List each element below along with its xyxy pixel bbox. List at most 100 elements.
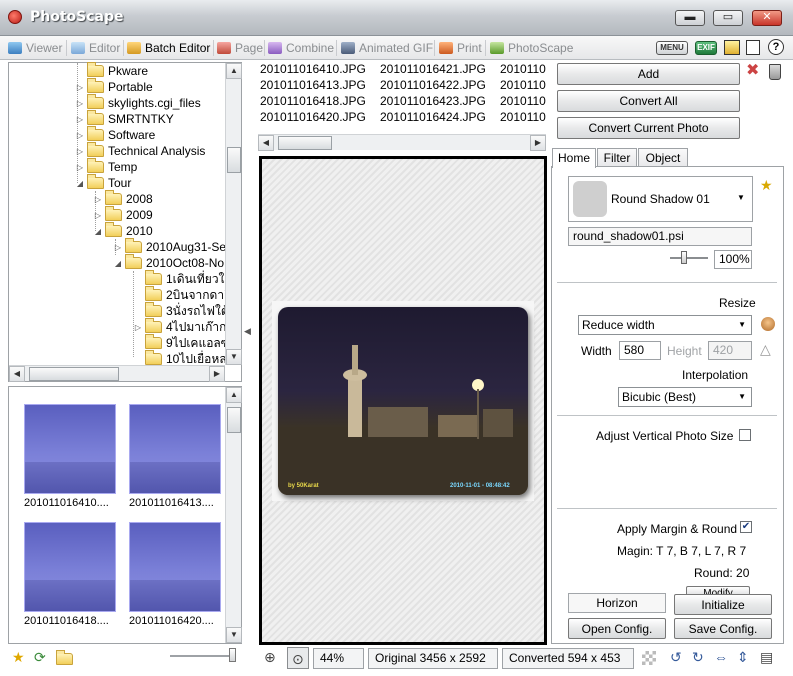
thumbnail-image[interactable]	[24, 522, 116, 612]
expander-icon[interactable]: ▷	[75, 83, 85, 92]
person-icon[interactable]	[761, 317, 775, 331]
flip-horizontal-icon[interactable]: ⇔	[714, 650, 728, 664]
tab-editor[interactable]: Editor	[71, 38, 120, 58]
file-item[interactable]: 2010110	[500, 78, 546, 92]
expander-icon[interactable]: ▷	[93, 195, 103, 204]
opacity-field[interactable]: 100%	[714, 250, 752, 269]
favorite-frame-icon[interactable]: ★	[760, 178, 773, 192]
tab-page[interactable]: Page	[217, 38, 263, 58]
add-button[interactable]: Add	[557, 63, 740, 85]
tab-combine[interactable]: Combine	[268, 38, 334, 58]
opacity-slider-handle[interactable]	[681, 251, 687, 264]
tree-node[interactable]: ▷ Temp	[75, 158, 137, 175]
favorite-icon[interactable]: ★	[12, 650, 25, 664]
file-item[interactable]: 201011016424.JPG	[380, 110, 486, 124]
tab-viewer[interactable]: Viewer	[8, 38, 62, 58]
tree-node[interactable]: ▷ SMRTNTKY	[75, 110, 174, 127]
tree-node[interactable]: ▷ 2008	[93, 190, 153, 207]
expander-icon[interactable]: ▷	[75, 115, 85, 124]
thumbnail-size-slider[interactable]	[170, 655, 234, 657]
expander-icon[interactable]: ▷	[75, 99, 85, 108]
rotate-right-icon[interactable]: ↻	[692, 650, 704, 664]
expander-icon[interactable]: ◢	[93, 227, 103, 236]
interpolation-select[interactable]: Bicubic (Best) ▼	[618, 387, 752, 407]
tab-filter[interactable]: Filter	[597, 148, 637, 167]
tab-home[interactable]: Home	[552, 148, 596, 168]
tab-print[interactable]: Print	[439, 38, 482, 58]
frame-dropdown[interactable]: Round Shadow 01 ▼	[568, 176, 753, 222]
tab-photoscape[interactable]: PhotoScape	[490, 38, 573, 58]
scroll-left-button[interactable]: ◀	[9, 366, 25, 382]
tree-node[interactable]: ◢ 2010	[93, 222, 153, 239]
collapse-panel-icon[interactable]: ◀	[244, 326, 251, 337]
tab-animated-gif[interactable]: Animated GIF	[341, 38, 433, 58]
file-item[interactable]: 2010110	[500, 110, 546, 124]
restore-button[interactable]: ▭	[713, 10, 743, 26]
slideshow-icon[interactable]	[724, 40, 740, 55]
apply-margin-checkbox[interactable]: ✔	[740, 521, 752, 533]
opacity-slider[interactable]	[670, 257, 708, 259]
scroll-up-button[interactable]: ▲	[226, 63, 242, 79]
resize-mode-select[interactable]: Reduce width ▼	[578, 315, 752, 335]
scroll-thumb[interactable]	[278, 136, 332, 150]
rotate-left-icon[interactable]: ↺	[670, 650, 682, 664]
scroll-thumb[interactable]	[29, 367, 119, 381]
expander-icon[interactable]: ▷	[75, 163, 85, 172]
convert-current-button[interactable]: Convert Current Photo	[557, 117, 740, 139]
tree-horizontal-scrollbar[interactable]: ◀ ▶	[9, 365, 225, 382]
zoom-fit-icon[interactable]: ⊕	[264, 650, 276, 664]
expander-icon[interactable]: ◢	[113, 259, 123, 268]
settings-icon[interactable]: ▤	[760, 650, 773, 664]
scroll-down-button[interactable]: ▼	[226, 627, 242, 643]
tree-node[interactable]: ▷ 2010Aug31-Se	[113, 238, 226, 255]
exif-icon[interactable]: EXIF	[695, 41, 717, 55]
file-item[interactable]: 201011016423.JPG	[380, 94, 486, 108]
file-item[interactable]: 201011016410.JPG	[260, 62, 366, 76]
zoom-actual-button[interactable]: ⊙	[287, 647, 309, 669]
preview-area[interactable]: by 50Karat 2010-11-01 - 08:48:42	[259, 156, 547, 645]
scroll-down-button[interactable]: ▼	[226, 349, 242, 365]
convert-all-button[interactable]: Convert All	[557, 90, 740, 112]
help-icon[interactable]: ?	[768, 39, 784, 55]
thumbnail-scrollbar[interactable]: ▲ ▼	[225, 387, 242, 643]
tree-vertical-scrollbar[interactable]: ▲ ▼	[225, 63, 242, 365]
adjust-vertical-checkbox[interactable]	[739, 429, 751, 441]
save-config-button[interactable]: Save Config.	[674, 618, 772, 639]
width-field[interactable]: 580	[619, 341, 661, 360]
modify-button[interactable]: Modify	[686, 586, 750, 594]
open-folder-icon[interactable]	[56, 650, 73, 665]
tree-node[interactable]: ▷ 2009	[93, 206, 153, 223]
file-item[interactable]: 201011016421.JPG	[380, 62, 486, 76]
tree-node[interactable]: ▷ Technical Analysis	[75, 142, 205, 159]
thumbnail-image[interactable]	[129, 522, 221, 612]
transparency-icon[interactable]	[642, 651, 656, 665]
expander-icon[interactable]: ▷	[113, 243, 123, 252]
tree-node[interactable]: Pkware	[75, 62, 148, 79]
expander-icon[interactable]: ▷	[93, 211, 103, 220]
tree-node[interactable]: ▷ Portable	[75, 78, 153, 95]
minimize-button[interactable]: ▬	[675, 10, 705, 26]
file-item[interactable]: 201011016420.JPG	[260, 110, 366, 124]
copy-icon[interactable]	[746, 40, 760, 55]
initialize-button[interactable]: Initialize	[674, 594, 772, 615]
flip-vertical-icon[interactable]: ⇕	[737, 650, 749, 664]
scroll-right-button[interactable]: ▶	[209, 366, 225, 382]
expander-icon[interactable]: ◢	[75, 179, 85, 188]
refresh-icon[interactable]: ⟳	[34, 650, 46, 664]
scroll-right-button[interactable]: ▶	[530, 135, 546, 151]
tab-batch-editor[interactable]: Batch Editor	[127, 38, 210, 58]
tree-node[interactable]: ◢ Tour	[75, 174, 131, 191]
menu-icon[interactable]: MENU	[656, 41, 688, 55]
scroll-up-button[interactable]: ▲	[226, 387, 242, 403]
file-item[interactable]: 201011016422.JPG	[380, 78, 486, 92]
expander-icon[interactable]: ▷	[75, 147, 85, 156]
file-item[interactable]: 2010110	[500, 94, 546, 108]
height-field[interactable]: 420	[708, 341, 752, 360]
expander-icon[interactable]: ▷	[75, 131, 85, 140]
file-item[interactable]: 201011016418.JPG	[260, 94, 366, 108]
file-item[interactable]: 201011016413.JPG	[260, 78, 366, 92]
close-button[interactable]: ✕	[752, 10, 782, 26]
tree-node[interactable]: ▷ skylights.cgi_files	[75, 94, 201, 111]
slider-handle[interactable]	[229, 648, 236, 662]
scroll-thumb[interactable]	[227, 147, 241, 173]
